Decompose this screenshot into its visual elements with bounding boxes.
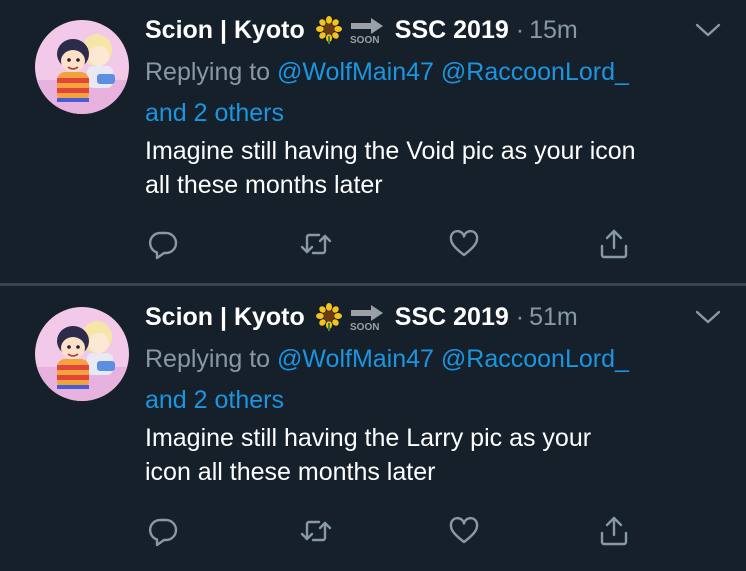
avatar[interactable] xyxy=(35,20,129,114)
like-icon[interactable] xyxy=(448,515,482,547)
chevron-down-icon[interactable] xyxy=(694,307,722,327)
tweet-actions xyxy=(0,228,746,260)
mention-link[interactable]: @WolfMain47 xyxy=(277,345,434,373)
sunflower-icon xyxy=(315,16,343,44)
mention-link[interactable]: @RaccoonLord_ xyxy=(441,58,629,86)
event-name: SSC 2019 xyxy=(394,302,509,331)
svg-text:SOON: SOON xyxy=(350,35,379,45)
timestamp[interactable]: 15m xyxy=(529,16,578,45)
tweet-actions xyxy=(0,515,746,547)
avatar[interactable] xyxy=(35,307,129,401)
replying-to: Replying to @WolfMain47 @RaccoonLord_ an… xyxy=(145,52,715,134)
others-link[interactable]: and 2 others xyxy=(145,99,284,127)
separator-dot: · xyxy=(515,302,525,331)
tweet-text: Imagine still having the Void pic as you… xyxy=(145,134,725,202)
author-name[interactable]: Scion | Kyoto xyxy=(145,16,305,45)
author-name[interactable]: Scion | Kyoto xyxy=(145,303,305,332)
chevron-down-icon[interactable] xyxy=(694,20,722,40)
timestamp[interactable]: 51m xyxy=(529,303,578,332)
replying-prefix: Replying to xyxy=(145,345,271,373)
tweet-text-line: Imagine still having the Void pic as you… xyxy=(145,137,636,165)
event-name: SSC 2019 xyxy=(394,15,509,44)
tweet-text-line: Imagine still having the Larry pic as yo… xyxy=(145,424,592,452)
tweet[interactable]: Scion | Kyoto xyxy=(0,287,746,571)
svg-text:SOON: SOON xyxy=(350,322,379,332)
like-icon[interactable] xyxy=(448,228,482,260)
soon-arrow-icon: SOON xyxy=(349,302,385,332)
tweet-header: Scion | Kyoto xyxy=(145,299,578,335)
retweet-icon[interactable] xyxy=(299,228,333,260)
retweet-icon[interactable] xyxy=(299,515,333,547)
others-link[interactable]: and 2 others xyxy=(145,386,284,414)
soon-arrow-icon: SOON xyxy=(349,15,385,45)
tweet-text-line: icon all these months later xyxy=(145,458,436,486)
tweet-text-line: all these months later xyxy=(145,171,383,199)
tweet-text: Imagine still having the Larry pic as yo… xyxy=(145,421,725,489)
replying-to: Replying to @WolfMain47 @RaccoonLord_ an… xyxy=(145,339,715,421)
separator-dot: · xyxy=(515,15,525,44)
share-icon[interactable] xyxy=(598,228,632,260)
mention-link[interactable]: @RaccoonLord_ xyxy=(441,345,629,373)
sunflower-icon xyxy=(315,303,343,331)
tweet-header: Scion | Kyoto xyxy=(145,12,578,48)
share-icon[interactable] xyxy=(598,515,632,547)
replying-prefix: Replying to xyxy=(145,58,271,86)
tweet[interactable]: Scion | Kyoto xyxy=(0,0,746,284)
reply-icon[interactable] xyxy=(147,515,181,547)
reply-icon[interactable] xyxy=(147,228,181,260)
mention-link[interactable]: @WolfMain47 xyxy=(277,58,434,86)
